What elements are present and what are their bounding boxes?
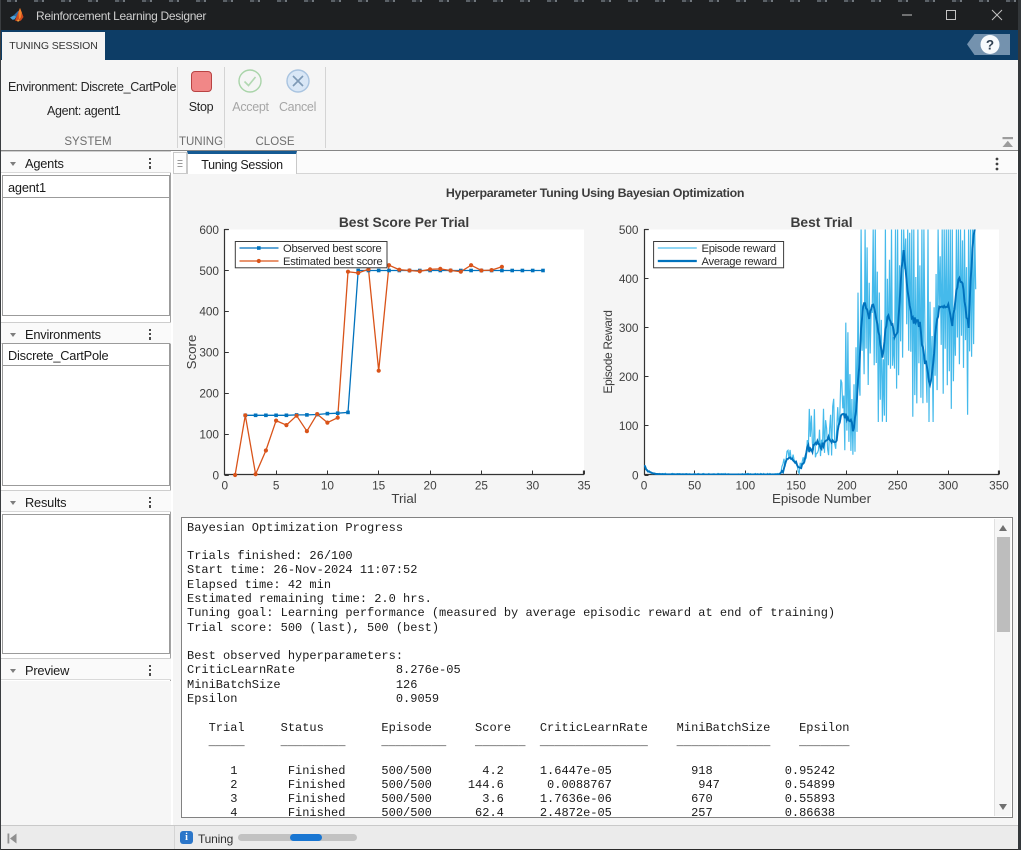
svg-text:Score: Score xyxy=(184,335,199,370)
svg-text:100: 100 xyxy=(619,419,639,433)
svg-text:Episode Reward: Episode Reward xyxy=(601,310,615,393)
svg-text:Observed best score: Observed best score xyxy=(283,243,382,255)
svg-text:0: 0 xyxy=(632,468,639,482)
svg-text:100: 100 xyxy=(736,479,756,493)
svg-text:?: ? xyxy=(986,38,994,53)
svg-text:400: 400 xyxy=(619,272,639,286)
svg-text:Episode reward: Episode reward xyxy=(702,243,776,255)
svg-text:300: 300 xyxy=(938,479,958,493)
svg-text:Trial: Trial xyxy=(391,491,416,506)
svg-text:35: 35 xyxy=(577,479,591,493)
svg-text:500: 500 xyxy=(619,223,639,237)
svg-text:Best Trial: Best Trial xyxy=(790,215,852,230)
svg-text:100: 100 xyxy=(199,427,219,441)
svg-text:0: 0 xyxy=(641,479,648,493)
svg-text:300: 300 xyxy=(199,346,219,360)
svg-text:Average reward: Average reward xyxy=(702,256,777,268)
svg-text:30: 30 xyxy=(526,479,540,493)
svg-text:Estimated best score: Estimated best score xyxy=(283,256,382,268)
svg-text:250: 250 xyxy=(888,479,908,493)
svg-text:15: 15 xyxy=(372,479,386,493)
svg-text:5: 5 xyxy=(273,479,280,493)
svg-text:300: 300 xyxy=(619,321,639,335)
svg-text:0: 0 xyxy=(222,479,229,493)
svg-text:200: 200 xyxy=(619,370,639,384)
svg-text:500: 500 xyxy=(199,264,219,278)
svg-text:Episode Number: Episode Number xyxy=(772,491,872,506)
svg-text:600: 600 xyxy=(199,223,219,237)
svg-text:10: 10 xyxy=(321,479,335,493)
svg-text:25: 25 xyxy=(475,479,489,493)
svg-text:400: 400 xyxy=(199,305,219,319)
svg-text:50: 50 xyxy=(688,479,702,493)
svg-text:0: 0 xyxy=(212,468,219,482)
svg-text:Best Score Per Trial: Best Score Per Trial xyxy=(339,215,469,230)
svg-text:350: 350 xyxy=(989,479,1009,493)
svg-text:200: 200 xyxy=(199,387,219,401)
svg-text:20: 20 xyxy=(424,479,438,493)
